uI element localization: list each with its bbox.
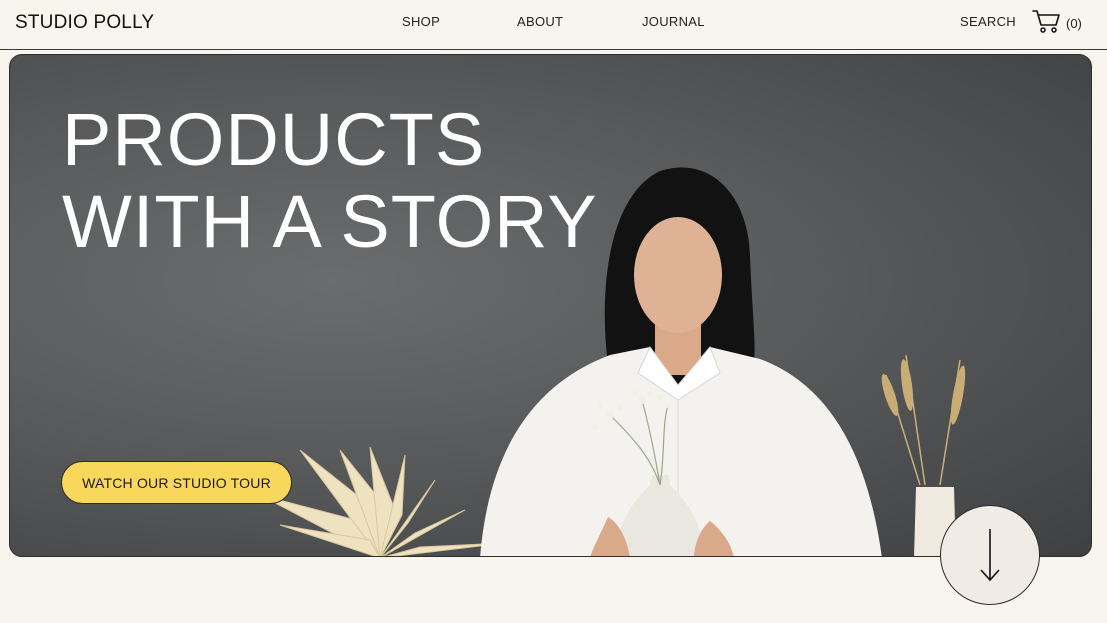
dried-grass — [885, 354, 961, 486]
top-nav: STUDIO POLLY SHOP ABOUT JOURNAL SEARCH (… — [0, 0, 1107, 50]
nav-shop[interactable]: SHOP — [402, 14, 440, 29]
hero-title-line-2: WITH A STORY — [62, 180, 598, 263]
brand-logo[interactable]: STUDIO POLLY — [15, 12, 154, 34]
cart-button[interactable]: (0) — [1032, 8, 1082, 39]
hero-title: PRODUCTS WITH A STORY — [62, 99, 598, 263]
nav-journal[interactable]: JOURNAL — [642, 14, 705, 29]
woman-face — [634, 217, 722, 333]
dried-palm-leaf — [259, 446, 506, 556]
cart-icon — [1032, 8, 1062, 39]
scroll-down-button[interactable] — [940, 505, 1040, 605]
search-link[interactable]: SEARCH — [960, 14, 1016, 29]
hero-title-line-1: PRODUCTS — [62, 98, 486, 181]
nav-about[interactable]: ABOUT — [517, 14, 563, 29]
arrow-down-icon — [980, 529, 1000, 582]
cart-count: (0) — [1066, 16, 1082, 31]
studio-tour-button[interactable]: WATCH OUR STUDIO TOUR — [61, 461, 292, 504]
hero-banner: PRODUCTS WITH A STORY WATCH OUR STUDIO T… — [9, 54, 1092, 557]
